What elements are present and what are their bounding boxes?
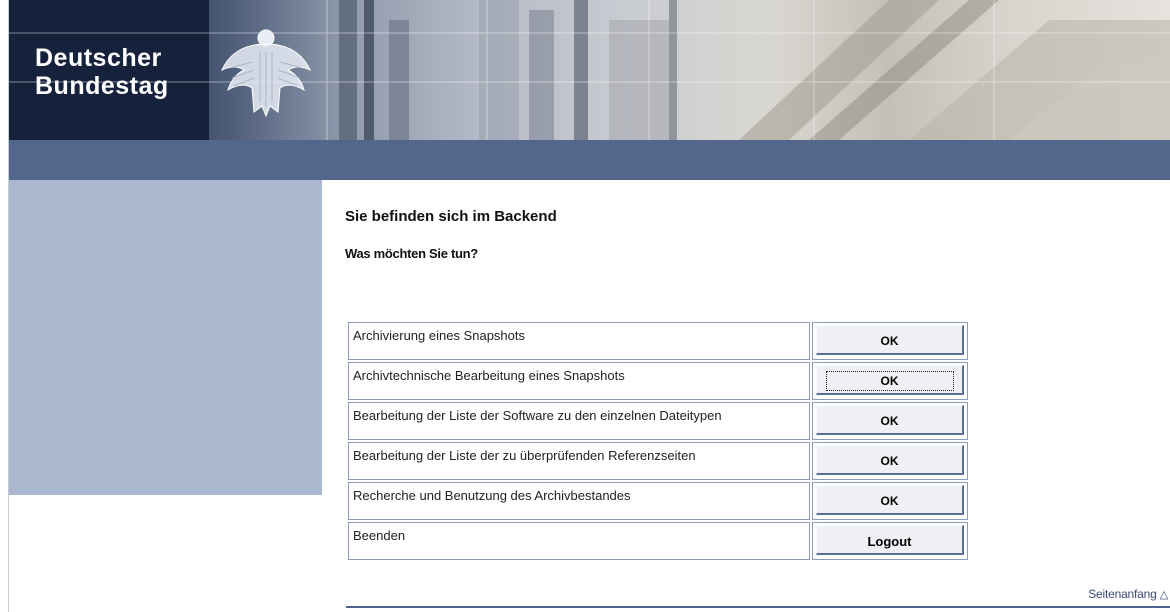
navigation-bar	[9, 140, 1170, 180]
action-label-edit-snapshot: Archivtechnische Bearbeitung eines Snaps…	[348, 362, 810, 400]
action-label-reference-pages: Bearbeitung der Liste der zu überprüfend…	[348, 442, 810, 480]
button-label: OK	[880, 454, 899, 468]
ok-button-archive-snapshot[interactable]: OK	[816, 325, 964, 355]
table-row: Beenden Logout	[348, 522, 968, 560]
bottom-divider	[346, 606, 1170, 608]
brand-logo-text[interactable]: Deutscher Bundestag	[35, 44, 169, 100]
action-label-research: Recherche und Benutzung des Archivbestan…	[348, 482, 810, 520]
table-row: Recherche und Benutzung des Archivbestan…	[348, 482, 968, 520]
header-building-photo	[9, 0, 1170, 140]
federal-eagle-icon	[220, 29, 312, 118]
site-header: Deutscher Bundestag	[9, 0, 1170, 140]
table-row: Bearbeitung der Liste der Software zu de…	[348, 402, 968, 440]
table-row: Archivtechnische Bearbeitung eines Snaps…	[348, 362, 968, 400]
ok-button-research[interactable]: OK	[816, 485, 964, 515]
arrow-up-icon: △	[1159, 589, 1168, 601]
table-row: Bearbeitung der Liste der zu überprüfend…	[348, 442, 968, 480]
button-label: OK	[880, 334, 899, 348]
left-sidebar	[9, 180, 322, 495]
action-label-software-list: Bearbeitung der Liste der Software zu de…	[348, 402, 810, 440]
button-label: Logout	[867, 533, 912, 549]
brand-line-2: Bundestag	[35, 72, 169, 100]
back-to-top-link[interactable]: Seitenanfang △	[1088, 587, 1168, 601]
action-label-archive-snapshot: Archivierung eines Snapshots	[348, 322, 810, 360]
ok-button-reference-pages[interactable]: OK	[816, 445, 964, 475]
button-label: OK	[880, 494, 899, 508]
back-to-top-label: Seitenanfang	[1088, 587, 1157, 601]
page-subtitle: Was möchten Sie tun?	[345, 246, 478, 261]
ok-button-software-list[interactable]: OK	[816, 405, 964, 435]
logout-button[interactable]: Logout	[816, 525, 964, 555]
page-title: Sie befinden sich im Backend	[345, 208, 557, 225]
button-label: OK	[825, 371, 954, 391]
action-table: Archivierung eines Snapshots OK Archivte…	[346, 320, 970, 562]
action-label-exit: Beenden	[348, 522, 810, 560]
table-row: Archivierung eines Snapshots OK	[348, 322, 968, 360]
ok-button-edit-snapshot[interactable]: OK	[816, 365, 964, 395]
button-label: OK	[880, 414, 899, 428]
brand-line-1: Deutscher	[35, 44, 162, 72]
